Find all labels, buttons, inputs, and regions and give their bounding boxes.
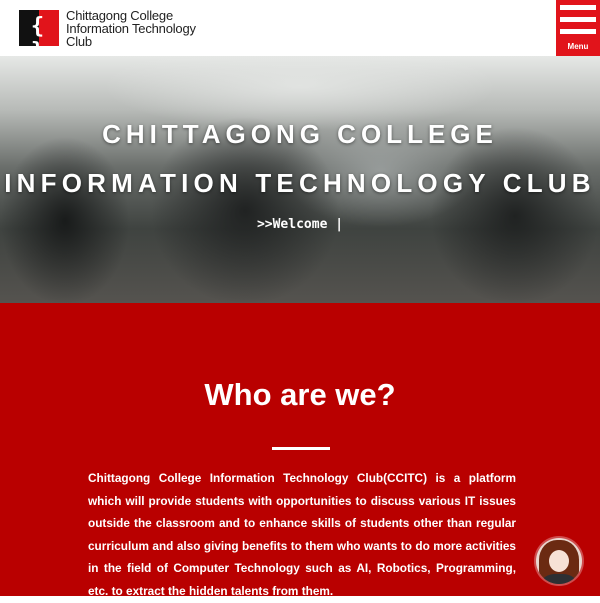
menu-button[interactable]: Menu (556, 0, 600, 56)
menu-bar-icon (560, 29, 596, 34)
hero-title-line-1: CHITTAGONG COLLEGE (102, 119, 498, 149)
about-divider (272, 447, 330, 450)
avatar-face (549, 550, 569, 572)
logo-text[interactable]: Chittagong College Information Technolog… (66, 9, 226, 48)
hero-banner: CHITTAGONG COLLEGE INFORMATION TECHNOLOG… (0, 56, 600, 303)
avatar-body (542, 574, 576, 584)
chat-avatar-icon[interactable] (536, 538, 582, 584)
hero-background-shape (430, 126, 600, 303)
about-description: Chittagong College Information Technolog… (88, 471, 516, 598)
about-section: Who are we? Chittagong College Informati… (0, 303, 600, 598)
hero-typing-text: >>Welcome | (256, 217, 344, 232)
site-header: { } Chittagong College Information Techn… (0, 0, 600, 64)
hero-title-line-2: INFORMATION TECHNOLOGY CLUB (4, 168, 596, 198)
menu-bar-icon (560, 5, 596, 10)
menu-bar-icon (560, 17, 596, 22)
logo-line-3: Club (66, 34, 92, 49)
menu-label: Menu (567, 42, 589, 51)
logo-icon[interactable]: { } (19, 10, 59, 64)
about-heading: Who are we? (204, 377, 396, 412)
